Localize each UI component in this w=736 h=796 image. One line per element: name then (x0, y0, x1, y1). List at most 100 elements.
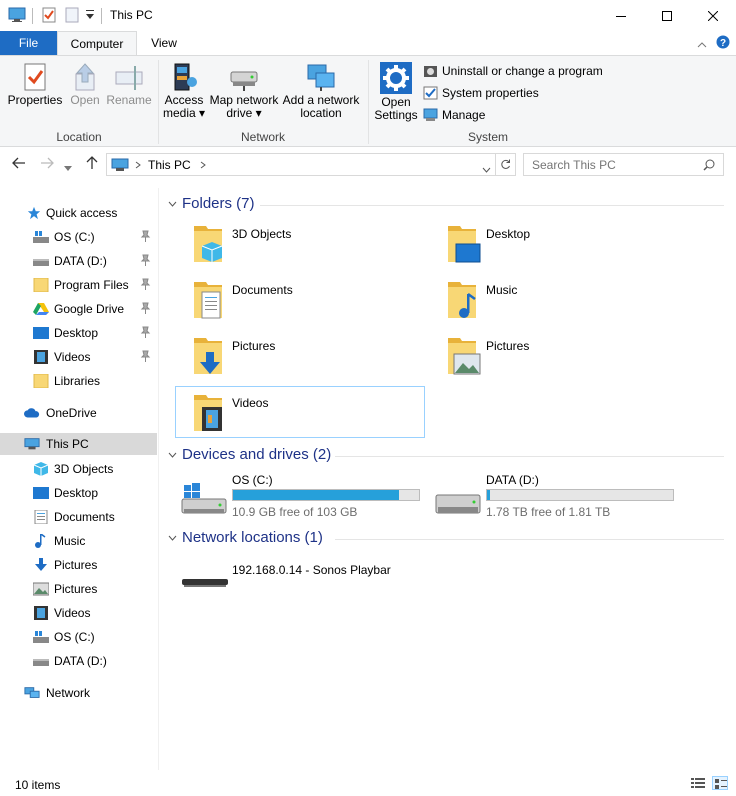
nav-label: DATA (D:) (54, 654, 107, 668)
open-settings-button[interactable]: Open Settings (372, 62, 420, 122)
search-icon[interactable] (703, 159, 715, 171)
map-network-drive-button[interactable]: Map network drive ▾ (206, 62, 282, 120)
minimize-button[interactable] (598, 0, 644, 31)
nav-pc-music[interactable]: Music (0, 530, 157, 552)
devices-group-header[interactable]: Devices and drives (2) (160, 446, 730, 466)
rename-button[interactable]: Rename (106, 62, 152, 107)
tab-view[interactable]: View (140, 31, 188, 55)
network-location-sonos[interactable]: 192.168.0.14 - Sonos Playbar (176, 563, 426, 613)
desktop-folder-icon (448, 226, 481, 263)
nav-quick-libraries[interactable]: Libraries (0, 370, 157, 392)
search-box[interactable] (523, 153, 724, 176)
uninstall-label: Uninstall or change a program (442, 64, 603, 78)
location-group-label: Location (56, 130, 102, 144)
drive-usage-bar (486, 489, 674, 501)
nav-pc-os-c[interactable]: OS (C:) (0, 626, 157, 648)
properties-qat-icon[interactable] (42, 7, 56, 26)
folder-tile-3d-objects[interactable]: 3D Objects (176, 218, 426, 270)
forward-button[interactable] (40, 156, 54, 172)
nav-quick-desktop[interactable]: Desktop (0, 322, 157, 344)
customize-qat-icon[interactable] (85, 9, 95, 24)
nav-pc-pictures-2[interactable]: Pictures (0, 578, 157, 600)
manage-button[interactable]: Manage (423, 108, 485, 122)
search-input[interactable] (532, 157, 702, 172)
tab-file[interactable]: File (0, 31, 57, 55)
address-dropdown-icon[interactable] (482, 162, 491, 176)
drive-free-space: 1.78 TB free of 1.81 TB (486, 505, 611, 519)
nav-quick-program-files[interactable]: Program Files (0, 274, 157, 296)
new-folder-qat-icon[interactable] (65, 7, 79, 26)
nav-quick-google-drive[interactable]: Google Drive (0, 298, 157, 320)
map-network-drive-icon (230, 71, 258, 91)
drive-tile-os-c[interactable]: OS (C:) 10.9 GB free of 103 GB (176, 473, 426, 523)
open-button[interactable]: Open (66, 62, 104, 107)
refresh-button[interactable] (495, 154, 515, 175)
folder-tile-desktop[interactable]: Desktop (430, 218, 680, 270)
properties-button[interactable]: Properties (6, 62, 64, 107)
uninstall-icon (424, 66, 437, 77)
folder-tile-pictures[interactable]: Pictures (430, 330, 680, 382)
nav-quick-data-d[interactable]: DATA (D:) (0, 250, 157, 272)
folder-tile-documents[interactable]: Documents (176, 274, 426, 326)
access-media-label-2: media ▾ (162, 106, 206, 120)
nav-onedrive[interactable]: OneDrive (0, 402, 157, 424)
drive-usage-fill (233, 490, 400, 500)
pin-icon[interactable] (139, 277, 151, 291)
close-button[interactable] (690, 0, 736, 31)
help-icon[interactable]: ? (716, 35, 730, 52)
drive-tile-data-d[interactable]: DATA (D:) 1.78 TB free of 1.81 TB (430, 473, 680, 523)
nav-label: 3D Objects (54, 462, 114, 476)
nav-label: Libraries (54, 374, 101, 388)
add-network-location-button[interactable]: Add a network location (282, 62, 360, 120)
tiles-view-icon[interactable] (712, 776, 728, 790)
address-row: This PC (0, 148, 736, 180)
nav-network[interactable]: Network (0, 682, 157, 704)
pin-icon[interactable] (139, 325, 151, 339)
nav-this-pc[interactable]: This PC (0, 433, 157, 455)
google-drive-icon (33, 303, 49, 315)
nav-quick-access[interactable]: Quick access (0, 202, 157, 224)
nav-label: DATA (D:) (54, 254, 107, 268)
back-button[interactable] (12, 156, 26, 172)
nav-label: Videos (54, 350, 91, 364)
breadcrumb-this-pc[interactable]: This PC (148, 158, 191, 172)
details-view-icon[interactable] (691, 777, 705, 792)
maximize-button[interactable] (644, 0, 690, 31)
folder-tile-pictures-downloads[interactable]: Pictures (176, 330, 426, 382)
nav-pc-documents[interactable]: Documents (0, 506, 157, 528)
nav-quick-videos[interactable]: Videos (0, 346, 157, 368)
rename-label: Rename (106, 93, 152, 107)
address-bar[interactable]: This PC (106, 153, 516, 176)
nav-pc-desktop[interactable]: Desktop (0, 482, 157, 504)
pin-icon[interactable] (139, 253, 151, 267)
uninstall-program-button[interactable]: Uninstall or change a program (423, 64, 603, 78)
access-media-button[interactable]: Access media ▾ (162, 62, 206, 120)
up-button[interactable] (86, 156, 98, 173)
network-group-header[interactable]: Network locations (1) (160, 529, 730, 549)
nav-pc-pictures-1[interactable]: Pictures (0, 554, 157, 576)
nav-quick-os-c[interactable]: OS (C:) (0, 226, 157, 248)
nav-pc-3d-objects[interactable]: 3D Objects (0, 458, 157, 480)
drive-windows-icon (33, 231, 49, 243)
pin-icon[interactable] (139, 349, 151, 363)
tab-computer[interactable]: Computer (57, 31, 137, 56)
desktop-icon (33, 487, 49, 499)
folder-tile-music[interactable]: Music (430, 274, 680, 326)
folders-group-header[interactable]: Folders (7) (160, 195, 730, 215)
ribbon-tabs: File Computer View ? (0, 31, 736, 56)
nav-pc-data-d[interactable]: DATA (D:) (0, 650, 157, 672)
open-icon (75, 63, 95, 91)
pin-icon[interactable] (139, 301, 151, 315)
nav-pc-videos[interactable]: Videos (0, 602, 157, 624)
network-location-label: 192.168.0.14 - Sonos Playbar (232, 563, 391, 577)
pin-icon[interactable] (139, 229, 151, 243)
system-properties-label: System properties (442, 86, 539, 100)
nav-label: Google Drive (54, 302, 125, 316)
music-folder-icon (448, 282, 476, 318)
system-properties-button[interactable]: System properties (423, 86, 539, 100)
recent-locations-button[interactable] (64, 159, 72, 175)
chevron-right-icon[interactable] (200, 161, 206, 169)
folder-tile-videos[interactable]: Videos (175, 386, 425, 438)
media-device-icon (182, 579, 228, 587)
collapse-ribbon-icon[interactable] (697, 38, 707, 52)
